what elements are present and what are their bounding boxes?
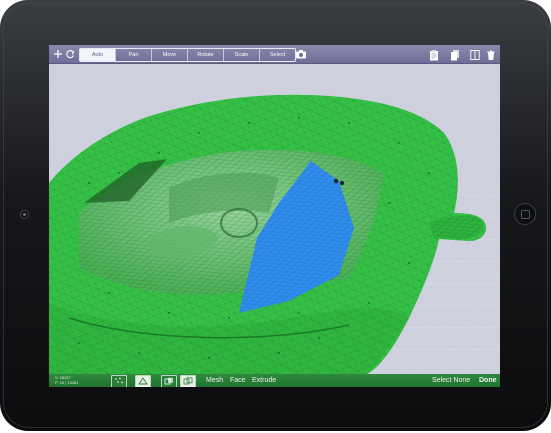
home-button[interactable] (514, 203, 536, 225)
duplicate-button[interactable] (161, 375, 177, 387)
triangle-icon (138, 377, 148, 385)
trash-icon[interactable] (486, 48, 496, 60)
vertex-select-button[interactable] (111, 375, 127, 387)
top-toolbar: Auto Pan Move Rotate Scale Select (49, 45, 500, 64)
camera-icon[interactable] (295, 47, 307, 61)
face-select-button[interactable] (135, 375, 151, 387)
plus-icon[interactable] (52, 47, 64, 61)
extrude-mode-button[interactable] (180, 375, 196, 387)
duplicate-icon (164, 377, 173, 385)
mode-select-button[interactable]: Select (260, 49, 295, 61)
split-view-icon[interactable] (470, 48, 480, 60)
app-screen: Auto Pan Move Rotate Scale Select V: 152… (49, 45, 500, 387)
face-count: F: 16 | 13181 (55, 380, 79, 385)
front-camera (20, 210, 29, 219)
extrude-icon (183, 377, 193, 385)
extrude-mode-label[interactable]: Extrude (252, 376, 276, 385)
car-mesh[interactable] (49, 94, 486, 374)
vertex-select-icon (115, 377, 123, 384)
refresh-icon[interactable] (64, 47, 76, 61)
3d-viewport[interactable] (49, 63, 500, 374)
vertex-points (78, 117, 430, 359)
mode-move-button[interactable]: Move (152, 49, 188, 61)
mode-rotate-button[interactable]: Rotate (188, 49, 224, 61)
ground-grid (49, 63, 500, 374)
bottom-toolbar: V: 15227 F: 16 | 13181 Mesh Face Extrude… (49, 374, 500, 387)
select-none-button[interactable]: Select None (432, 376, 470, 385)
clipboard-icon[interactable] (429, 48, 439, 61)
document-stack-icon[interactable] (450, 48, 460, 61)
mesh-mode-label[interactable]: Mesh (206, 376, 223, 385)
face-mode-label[interactable]: Face (230, 376, 246, 385)
tablet-frame: Auto Pan Move Rotate Scale Select V: 152… (0, 0, 551, 431)
mode-auto-button[interactable]: Auto (80, 49, 116, 61)
done-button[interactable]: Done (479, 376, 497, 385)
selected-face[interactable] (239, 161, 354, 313)
transform-mode-selector: Auto Pan Move Rotate Scale Select (79, 48, 296, 62)
mode-pan-button[interactable]: Pan (116, 49, 152, 61)
vertex-count: V: 15227 (55, 375, 71, 380)
mode-scale-button[interactable]: Scale (224, 49, 260, 61)
mesh-stats: V: 15227 F: 16 | 13181 (55, 375, 79, 385)
